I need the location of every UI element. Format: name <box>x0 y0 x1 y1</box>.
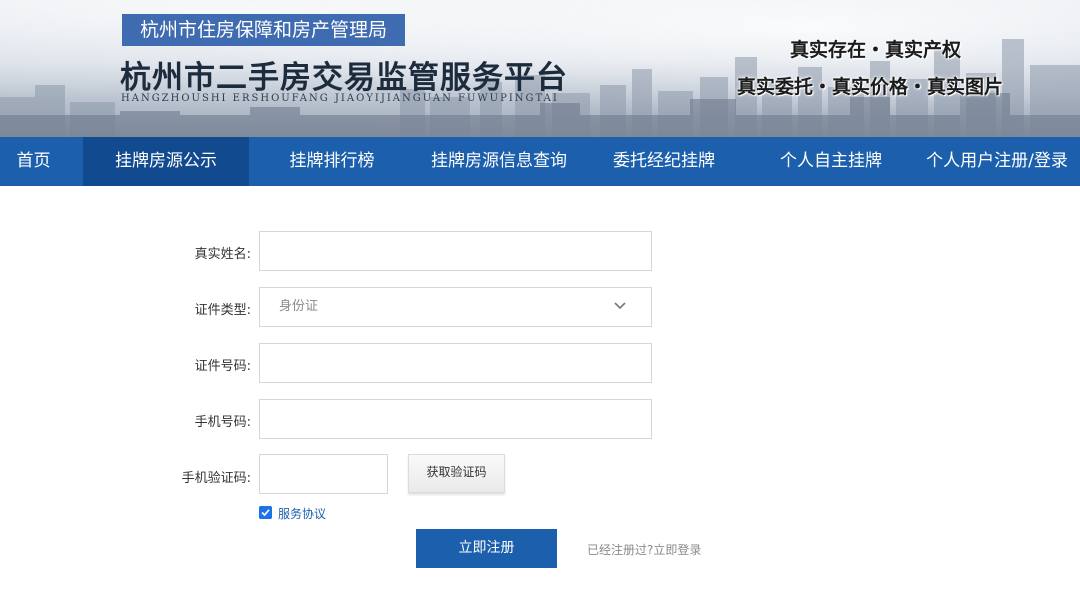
id-number-label: 证件号码: <box>194 359 251 374</box>
nav-item-listing-publicity[interactable]: 挂牌房源公示 <box>83 137 249 186</box>
chevron-down-icon <box>614 302 626 310</box>
login-hint: 已经注册过?立即登录 <box>587 541 701 558</box>
sms-code-input[interactable] <box>259 454 388 494</box>
login-link[interactable]: 立即登录 <box>653 543 701 557</box>
registered-hint-text: 已经注册过? <box>587 543 654 557</box>
name-input[interactable] <box>259 231 652 271</box>
nav-item-agent-listing[interactable]: 委托经纪挂牌 <box>600 137 728 186</box>
phone-input[interactable] <box>259 399 652 439</box>
id-type-label: 证件类型: <box>194 303 251 318</box>
name-label: 真实姓名: <box>194 247 251 262</box>
sms-code-label: 手机验证码: <box>181 471 251 486</box>
service-agreement-link[interactable]: 服务协议 <box>278 505 326 522</box>
slogan-line-1: 真实存在・真实产权 <box>790 39 962 61</box>
nav-item-listing-query[interactable]: 挂牌房源信息查询 <box>418 137 580 186</box>
nav-item-listing-ranking[interactable]: 挂牌排行榜 <box>268 137 396 186</box>
platform-pinyin: HANGZHOUSHI ERSHOUFANG JIAOYIJIANGUAN FU… <box>121 93 559 104</box>
slogan-line-2: 真实委托・真实价格・真实图片 <box>737 76 1004 98</box>
checkbox-checked-icon[interactable] <box>259 506 272 519</box>
header-banner: 杭州市住房保障和房产管理局 杭州市二手房交易监管服务平台 HANGZHOUSHI… <box>0 0 1080 137</box>
id-type-select[interactable]: 身份证 <box>259 287 652 327</box>
register-submit-button[interactable]: 立即注册 <box>416 529 557 568</box>
id-type-value: 身份证 <box>279 299 319 314</box>
nav-item-personal-listing[interactable]: 个人自主挂牌 <box>767 137 895 186</box>
platform-title: 杭州市二手房交易监管服务平台 <box>120 60 568 96</box>
id-number-input[interactable] <box>259 343 652 383</box>
nav-item-register-login[interactable]: 个人用户注册/登录 <box>917 137 1077 186</box>
get-code-button[interactable]: 获取验证码 <box>408 454 505 493</box>
nav-item-home[interactable]: 首页 <box>0 137 67 186</box>
bureau-name-box: 杭州市住房保障和房产管理局 <box>122 14 405 46</box>
phone-label: 手机号码: <box>194 415 251 430</box>
main-nav: 首页 挂牌房源公示 挂牌排行榜 挂牌房源信息查询 委托经纪挂牌 个人自主挂牌 个… <box>0 137 1080 186</box>
